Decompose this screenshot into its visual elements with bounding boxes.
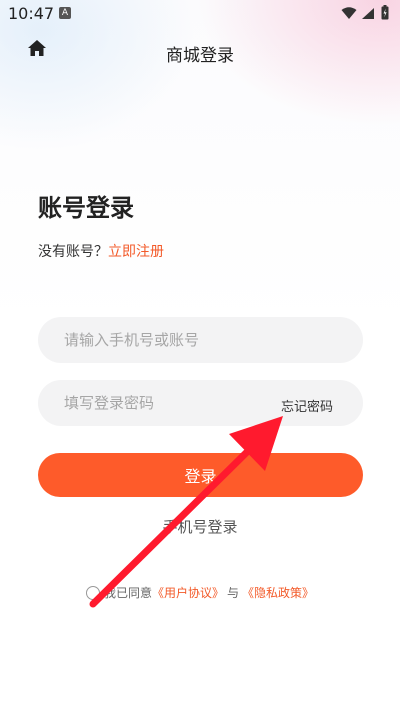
no-account-text: 没有账号？ [38, 244, 108, 260]
forgot-password-link[interactable]: 忘记密码 [281, 396, 333, 415]
agreement-row: 我已同意 《用户协议》 与 《隐私政策》 [86, 584, 314, 601]
agreement-conjunction: 与 [227, 586, 240, 600]
signal-icon [362, 8, 374, 19]
login-button[interactable]: 登录 [38, 453, 363, 497]
register-row: 没有账号？立即注册 [38, 241, 164, 261]
battery-icon [381, 5, 389, 20]
wifi-icon [341, 7, 357, 19]
login-title: 账号登录 [38, 194, 134, 222]
notification-icon: A [59, 7, 71, 19]
register-link[interactable]: 立即注册 [108, 244, 164, 260]
nav-bar: 商城登录 [0, 30, 400, 74]
privacy-policy-link[interactable]: 《隐私政策》 [242, 584, 314, 601]
page-header-title: 商城登录 [166, 46, 234, 66]
agree-checkbox[interactable] [86, 585, 100, 600]
status-bar: 10:47 A [0, 0, 400, 30]
agreement-prefix: 我已同意 [104, 586, 153, 600]
account-input[interactable] [38, 317, 363, 363]
phone-login-link[interactable]: 手机号登录 [0, 516, 400, 537]
user-agreement-link[interactable]: 《用户协议》 [152, 584, 224, 601]
status-time: 10:47 [8, 4, 55, 23]
